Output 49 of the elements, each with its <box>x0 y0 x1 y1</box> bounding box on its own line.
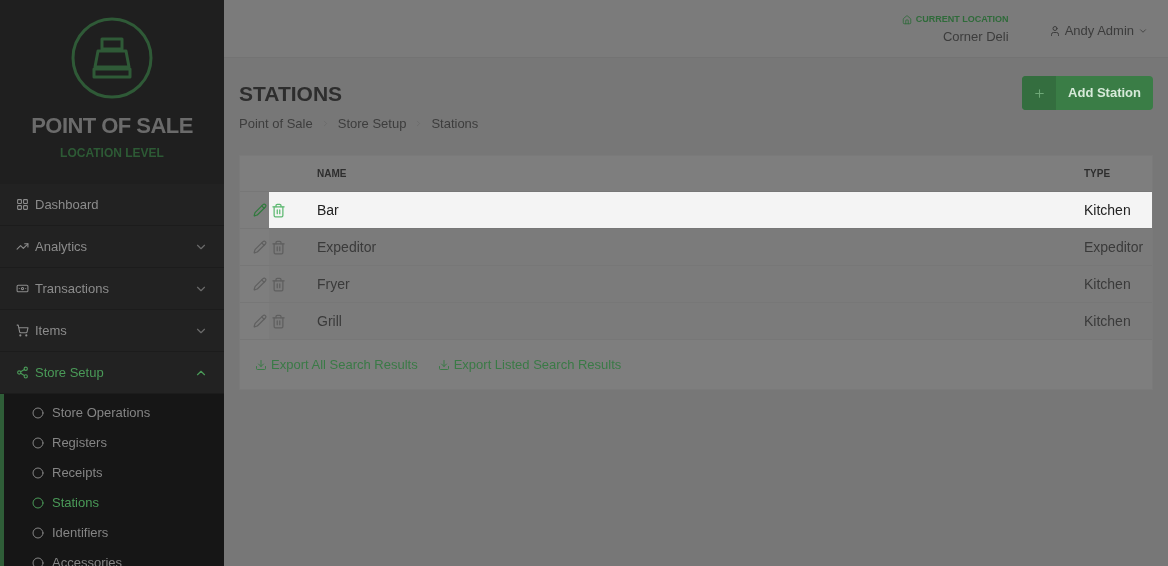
edit-icon[interactable] <box>253 277 267 291</box>
trash-icon[interactable] <box>271 239 286 255</box>
circle-icon <box>32 437 44 449</box>
table-cell-text: Kitchen <box>1084 274 1132 294</box>
column-header: NAME <box>317 167 348 181</box>
cart-icon <box>16 324 29 337</box>
table-cell-text: Bar <box>317 200 340 220</box>
circle-icon <box>32 467 44 479</box>
table-cell-text: Kitchen <box>1084 311 1132 331</box>
trash-icon[interactable] <box>271 313 286 329</box>
share-icon <box>16 366 29 379</box>
subnav-item[interactable]: Identifiers <box>4 518 224 548</box>
trash-icon[interactable] <box>271 276 286 292</box>
edit-icon[interactable] <box>253 203 267 217</box>
app-title: POINT OF SALE <box>31 112 193 140</box>
breadcrumb[interactable]: Store Setup <box>337 113 407 133</box>
plus-icon <box>1032 86 1046 100</box>
add-station-button[interactable]: Add Station <box>1022 76 1153 110</box>
download-icon <box>255 358 267 371</box>
edit-icon[interactable] <box>253 314 267 328</box>
table-cell-text: Fryer <box>317 274 351 294</box>
subnav-item[interactable]: Store Operations <box>4 398 224 428</box>
breadcrumb[interactable]: Point of Sale <box>239 113 313 133</box>
subnav-item[interactable]: Receipts <box>4 458 224 488</box>
user-menu[interactable]: Andy Admin <box>1048 21 1148 41</box>
page-title: STATIONS <box>239 81 344 107</box>
grid-icon <box>16 198 29 211</box>
circle-icon <box>32 497 44 509</box>
edit-icon[interactable] <box>253 240 267 254</box>
circle-icon <box>32 407 44 419</box>
column-header: TYPE <box>1084 167 1112 181</box>
chart-icon <box>16 240 29 253</box>
trash-icon[interactable] <box>271 202 286 218</box>
register-logo-icon <box>71 17 153 99</box>
download-icon <box>437 358 450 371</box>
location-label: CURRENT LOCATION <box>915 13 1009 26</box>
subnav-item[interactable]: Stations <box>4 488 224 518</box>
table-cell-text: Expeditor <box>1084 237 1145 257</box>
circle-icon <box>32 527 44 539</box>
banknote-icon <box>16 282 29 295</box>
table-cell-text: Grill <box>317 311 343 331</box>
table-cell-text: Kitchen <box>1084 200 1132 220</box>
location-name: Corner Deli <box>942 27 1009 46</box>
user-icon <box>1048 24 1061 37</box>
breadcrumb: Stations <box>431 114 479 133</box>
table-cell-text: Expeditor <box>317 237 378 257</box>
home-icon <box>901 14 912 25</box>
app-subtitle: LOCATION LEVEL <box>60 145 164 162</box>
subnav-item[interactable]: Registers <box>4 428 224 458</box>
